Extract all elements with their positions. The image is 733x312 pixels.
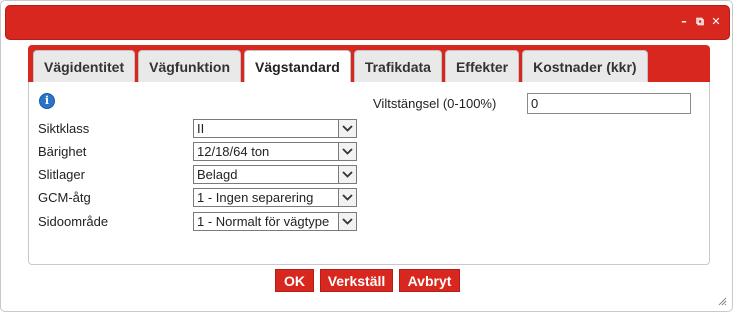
chevron-down-icon[interactable] [338, 213, 356, 230]
barighet-value: 12/18/64 ton [197, 144, 270, 159]
slitlager-value: Belagd [197, 167, 238, 182]
tab-vagidentitet[interactable]: Vägidentitet [33, 50, 136, 82]
slitlager-select[interactable]: Belagd [193, 165, 357, 184]
tab-vagfunktion[interactable]: Vägfunktion [138, 50, 242, 82]
barighet-select[interactable]: 12/18/64 ton [193, 142, 357, 161]
siktklass-value: II [197, 121, 205, 136]
siktklass-label: Siktklass [38, 121, 90, 136]
chevron-down-icon[interactable] [338, 143, 356, 160]
tab-list: Vägidentitet Vägfunktion Vägstandard Tra… [33, 50, 648, 83]
close-icon[interactable]: ✕ [711, 16, 721, 28]
sidoomrade-label: Sidoområde [38, 214, 109, 229]
restore-icon[interactable]: ⧉ [695, 16, 705, 28]
sidoomrade-select[interactable]: 1 - Normalt för vägtype [193, 212, 357, 231]
gcm-select[interactable]: 1 - Ingen separering [193, 188, 357, 207]
tab-trafikdata[interactable]: Trafikdata [353, 50, 442, 82]
title-bar[interactable]: – ⧉ ✕ [5, 5, 730, 40]
dialog-window: – ⧉ ✕ Vägidentitet Vägfunktion Vägstanda… [0, 0, 733, 312]
gcm-label: GCM-åtg [38, 190, 91, 205]
chevron-down-icon[interactable] [338, 120, 356, 137]
minimize-icon[interactable]: – [679, 16, 689, 28]
siktklass-select[interactable]: II [193, 119, 357, 138]
tab-effekter[interactable]: Effekter [444, 50, 520, 82]
chevron-down-icon[interactable] [338, 166, 356, 183]
info-icon[interactable]: i [39, 93, 55, 109]
window-controls: – ⧉ ✕ [679, 16, 721, 28]
gcm-value: 1 - Ingen separering [197, 190, 314, 205]
tab-vagstandard[interactable]: Vägstandard [244, 50, 351, 83]
sidoomrade-value: 1 - Normalt för vägtype [197, 214, 330, 229]
viltstangsel-label: Viltstängsel (0-100%) [373, 96, 497, 111]
cancel-button[interactable]: Avbryt [399, 269, 460, 292]
tab-kostnader[interactable]: Kostnader (kkr) [522, 50, 648, 82]
chevron-down-icon[interactable] [338, 189, 356, 206]
ok-button[interactable]: OK [275, 269, 314, 292]
slitlager-label: Slitlager [38, 167, 85, 182]
apply-button[interactable]: Verkställ [320, 269, 393, 292]
barighet-label: Bärighet [38, 144, 87, 159]
viltstangsel-input[interactable] [527, 93, 691, 114]
resize-grip-icon[interactable] [717, 296, 727, 306]
